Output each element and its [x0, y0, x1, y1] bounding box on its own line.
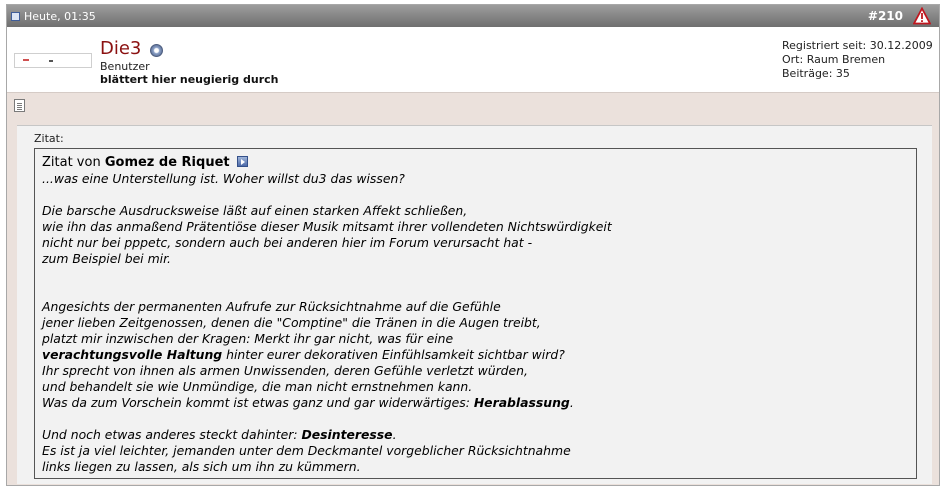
quote-label: Zitat:	[34, 132, 64, 145]
quote-text: .	[392, 427, 397, 442]
user-rank: blättert hier neugierig durch	[100, 73, 279, 86]
post-number[interactable]: #210	[868, 9, 903, 23]
avatar[interactable]	[14, 53, 92, 68]
quote-line: jener lieben Zeitgenossen, denen die "Co…	[42, 315, 541, 330]
quote-text: .	[569, 395, 574, 410]
quote-text: Und noch etwas anderes steckt dahinter:	[42, 427, 302, 442]
user-post-count: Beiträge: 35	[782, 67, 850, 80]
quote-line: zum Beispiel bei mir.	[42, 251, 171, 266]
quote-header: Zitat von Gomez de Riquet	[42, 155, 909, 171]
view-post-arrow-icon[interactable]	[236, 156, 248, 167]
quote-line: verachtungsvolle Haltung hinter eurer de…	[42, 347, 909, 363]
post-icon	[14, 99, 25, 112]
forum-post: Heute, 01:35 #210 Die3 Benutzer blättert…	[6, 4, 940, 486]
quote-line: und behandelt sie wie Unmündige, die man…	[42, 379, 473, 394]
quote-line: ...was eine Unterstellung ist. Woher wil…	[42, 171, 405, 186]
quote-emphasis: Herablassung	[473, 395, 570, 410]
report-warning-icon[interactable]	[913, 7, 931, 25]
post-content: Zitat: Zitat von Gomez de Riquet ...was …	[17, 125, 932, 484]
quote-emphasis: verachtungsvolle Haltung	[42, 347, 223, 362]
user-stats: Registriert seit: 30.12.2009 Ort: Raum B…	[782, 39, 933, 81]
quote-line: Ihr sprecht von ihnen als armen Unwissen…	[42, 363, 528, 378]
user-location: Ort: Raum Bremen	[782, 53, 886, 66]
quote-emphasis: Desinteresse	[301, 427, 393, 442]
post-date: Heute, 01:35	[24, 10, 96, 23]
quote-line: wie ihn das anmaßend Prätentiöse dieser …	[42, 219, 612, 234]
username-link[interactable]: Die3	[100, 38, 141, 59]
post-number-link[interactable]: #210	[868, 9, 903, 23]
quote-line: Es ist ja viel leichter, jemanden unter …	[42, 443, 571, 458]
quote-intro: Zitat von	[42, 155, 101, 170]
quote-line: Angesichts der permanenten Aufrufe zur R…	[42, 299, 501, 314]
user-registered: Registriert seit: 30.12.2009	[782, 39, 933, 52]
quote-line: platzt mir inzwischen der Kragen: Merkt …	[42, 331, 454, 346]
quote-line: Und noch etwas anderes steckt dahinter: …	[42, 427, 909, 443]
quote-text: Was da zum Vorschein kommt ist etwas gan…	[42, 395, 474, 410]
quote-text: hinter eurer dekorativen Einfühlsamkeit …	[222, 347, 565, 362]
quote-line: nicht nur bei pppetc, sondern auch bei a…	[42, 235, 533, 250]
quote-author: Gomez de Riquet	[104, 155, 230, 170]
quote-box: Zitat von Gomez de Riquet ...was eine Un…	[34, 148, 917, 479]
post-status-icon	[11, 12, 20, 21]
quote-line: Die barsche Ausdrucksweise läßt auf eine…	[42, 203, 468, 218]
post-header-bar: Heute, 01:35 #210	[7, 5, 939, 27]
user-title: Benutzer	[100, 60, 150, 73]
online-status-icon	[150, 44, 163, 57]
quote-line: Was da zum Vorschein kommt ist etwas gan…	[42, 395, 909, 411]
user-info-row: Die3 Benutzer blättert hier neugierig du…	[7, 27, 939, 93]
quote-line: links liegen zu lassen, als sich um ihn …	[42, 459, 361, 474]
